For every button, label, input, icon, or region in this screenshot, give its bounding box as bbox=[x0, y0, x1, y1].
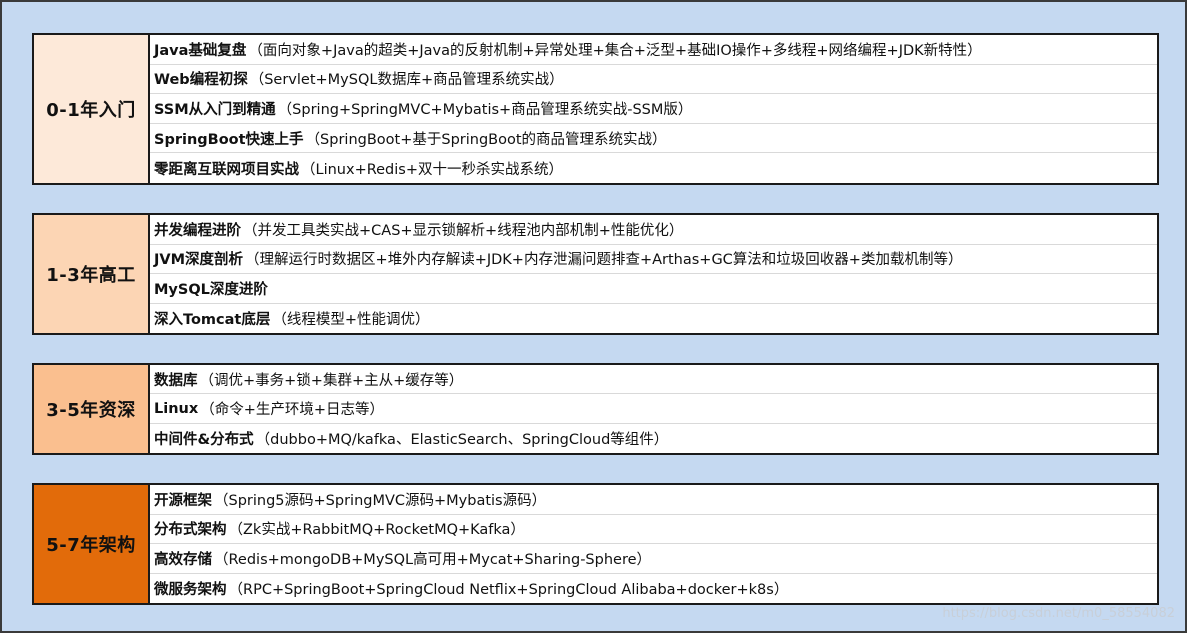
stage-label: 3-5年资深 bbox=[34, 365, 150, 453]
item-title: Web编程初探 bbox=[154, 72, 248, 89]
item-desc: （Redis+mongoDB+MySQL高可用+Mycat+Sharing-Sp… bbox=[214, 551, 652, 568]
list-item: 开源框架 （Spring5源码+SpringMVC源码+Mybatis源码） bbox=[150, 485, 1157, 515]
item-desc: （Zk实战+RabbitMQ+RocketMQ+Kafka） bbox=[228, 522, 525, 539]
item-title: JVM深度剖析 bbox=[154, 252, 244, 269]
item-title: Java基础复盘 bbox=[154, 42, 247, 59]
item-title: 并发编程进阶 bbox=[154, 222, 241, 239]
stage-block-0-1: 0-1年入门 Java基础复盘 （面向对象+Java的超类+Java的反射机制+异… bbox=[32, 33, 1159, 185]
item-title: 数据库 bbox=[154, 372, 198, 389]
item-title: SpringBoot快速上手 bbox=[154, 131, 304, 148]
item-desc: （命令+生产环境+日志等） bbox=[200, 402, 385, 419]
list-item: 高效存储 （Redis+mongoDB+MySQL高可用+Mycat+Sharin… bbox=[150, 544, 1157, 574]
item-desc: （SpringBoot+基于SpringBoot的商品管理系统实战） bbox=[305, 131, 667, 148]
stage-item-list: 并发编程进阶 （并发工具类实战+CAS+显示锁解析+线程池内部机制+性能优化） J… bbox=[150, 215, 1157, 333]
item-title: 深入Tomcat底层 bbox=[154, 311, 271, 328]
item-title: Linux bbox=[154, 400, 199, 417]
item-desc: （Linux+Redis+双十一秒杀实战系统） bbox=[301, 161, 563, 178]
list-item: JVM深度剖析 （理解运行时数据区+堆外内存解读+JDK+内存泄漏问题排查+Art… bbox=[150, 245, 1157, 274]
item-title: 中间件&分布式 bbox=[154, 431, 254, 448]
list-item: SSM从入门到精通 （Spring+SpringMVC+Mybatis+商品管理系… bbox=[150, 94, 1157, 124]
stage-item-list: 开源框架 （Spring5源码+SpringMVC源码+Mybatis源码） 分布… bbox=[150, 485, 1157, 603]
list-item: 微服务架构 （RPC+SpringBoot+SpringCloud Netflix… bbox=[150, 574, 1157, 603]
roadmap-canvas: 0-1年入门 Java基础复盘 （面向对象+Java的超类+Java的反射机制+异… bbox=[0, 0, 1187, 633]
item-title: 开源框架 bbox=[154, 492, 212, 509]
list-item: 分布式架构 （Zk实战+RabbitMQ+RocketMQ+Kafka） bbox=[150, 515, 1157, 544]
stage-label: 1-3年高工 bbox=[34, 215, 150, 333]
item-title: MySQL深度进阶 bbox=[154, 281, 268, 298]
item-title: 高效存储 bbox=[154, 551, 212, 568]
item-title: 微服务架构 bbox=[154, 581, 227, 598]
item-title: 零距离互联网项目实战 bbox=[154, 161, 299, 178]
item-desc: （RPC+SpringBoot+SpringCloud Netflix+Spri… bbox=[228, 581, 789, 598]
list-item: Linux （命令+生产环境+日志等） bbox=[150, 394, 1157, 424]
list-item: 深入Tomcat底层 （线程模型+性能调优） bbox=[150, 304, 1157, 333]
list-item: Web编程初探 （Servlet+MySQL数据库+商品管理系统实战） bbox=[150, 65, 1157, 95]
list-item: 零距离互联网项目实战 （Linux+Redis+双十一秒杀实战系统） bbox=[150, 153, 1157, 183]
stage-block-1-3: 1-3年高工 并发编程进阶 （并发工具类实战+CAS+显示锁解析+线程池内部机制+… bbox=[32, 213, 1159, 335]
stage-label: 5-7年架构 bbox=[34, 485, 150, 603]
stage-block-3-5: 3-5年资深 数据库 （调优+事务+锁+集群+主从+缓存等） Linux （命令+生… bbox=[32, 363, 1159, 455]
item-desc: （面向对象+Java的超类+Java的反射机制+异常处理+集合+泛型+基础IO操… bbox=[248, 42, 982, 59]
list-item: 并发编程进阶 （并发工具类实战+CAS+显示锁解析+线程池内部机制+性能优化） bbox=[150, 215, 1157, 245]
item-desc: （dubbo+MQ/kafka、ElasticSearch、SpringClou… bbox=[255, 431, 669, 448]
item-desc: （并发工具类实战+CAS+显示锁解析+线程池内部机制+性能优化） bbox=[243, 222, 684, 239]
item-desc: （理解运行时数据区+堆外内存解读+JDK+内存泄漏问题排查+Arthas+GC算… bbox=[245, 252, 963, 269]
item-desc: （线程模型+性能调优） bbox=[272, 311, 430, 328]
stage-block-5-7: 5-7年架构 开源框架 （Spring5源码+SpringMVC源码+Mybati… bbox=[32, 483, 1159, 605]
list-item: 数据库 （调优+事务+锁+集群+主从+缓存等） bbox=[150, 365, 1157, 395]
item-desc: （调优+事务+锁+集群+主从+缓存等） bbox=[199, 372, 464, 389]
stage-item-list: 数据库 （调优+事务+锁+集群+主从+缓存等） Linux （命令+生产环境+日志等… bbox=[150, 365, 1157, 453]
item-desc: （Spring5源码+SpringMVC源码+Mybatis源码） bbox=[214, 492, 547, 509]
item-desc: （Servlet+MySQL数据库+商品管理系统实战） bbox=[249, 72, 564, 89]
watermark: https://blog.csdn.net/m0_58554082 bbox=[942, 606, 1175, 621]
list-item: MySQL深度进阶 bbox=[150, 274, 1157, 304]
stage-item-list: Java基础复盘 （面向对象+Java的超类+Java的反射机制+异常处理+集合+… bbox=[150, 35, 1157, 183]
list-item: 中间件&分布式 （dubbo+MQ/kafka、ElasticSearch、Spr… bbox=[150, 424, 1157, 453]
item-title: SSM从入门到精通 bbox=[154, 102, 276, 119]
list-item: Java基础复盘 （面向对象+Java的超类+Java的反射机制+异常处理+集合+… bbox=[150, 35, 1157, 65]
stage-label: 0-1年入门 bbox=[34, 35, 150, 183]
item-title: 分布式架构 bbox=[154, 522, 227, 539]
item-desc: （Spring+SpringMVC+Mybatis+商品管理系统实战-SSM版） bbox=[277, 102, 693, 119]
list-item: SpringBoot快速上手 （SpringBoot+基于SpringBoot的商… bbox=[150, 124, 1157, 154]
